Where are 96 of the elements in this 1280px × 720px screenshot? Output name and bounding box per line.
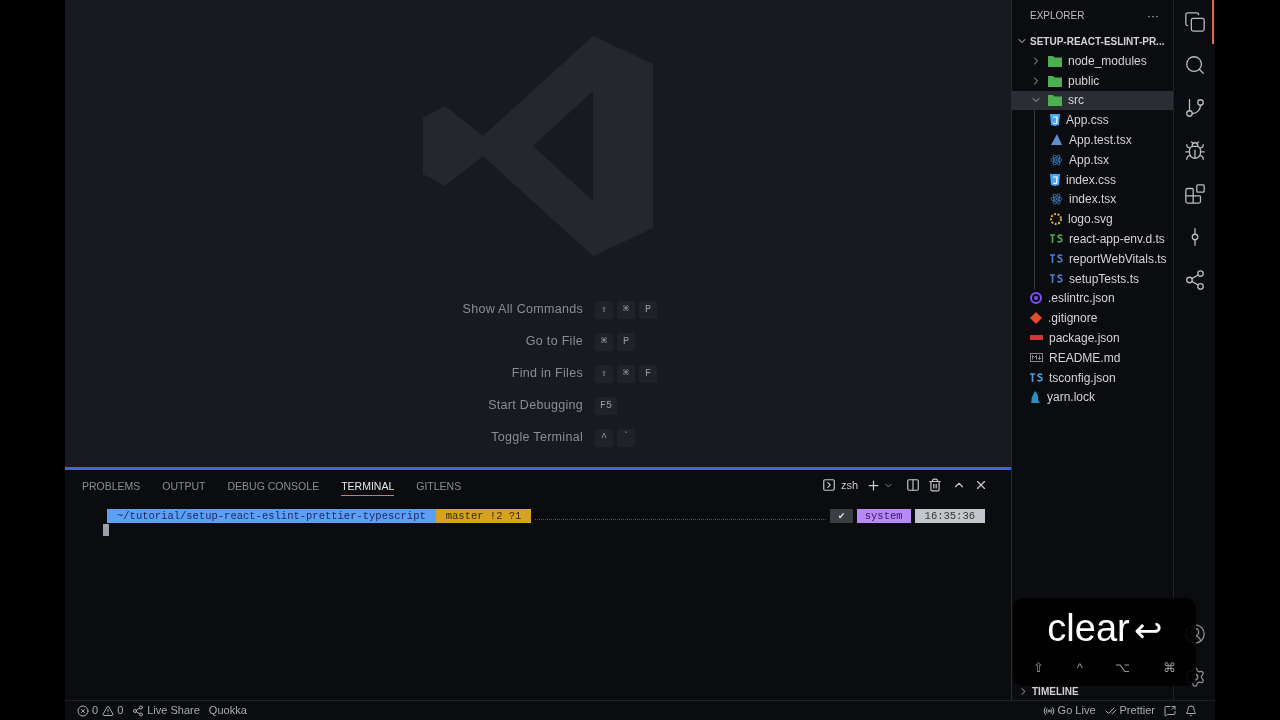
panel-tab[interactable]: GITLENS — [416, 474, 462, 496]
error-count[interactable]: 0 — [92, 702, 99, 719]
key-cap: ^ — [595, 428, 613, 447]
key-cap: P — [617, 332, 635, 351]
key-cap: F — [639, 364, 657, 383]
tree-item[interactable]: tsconfig.json — [1012, 367, 1173, 388]
shortcut-label: Start Debugging — [487, 397, 583, 415]
error-icon[interactable] — [77, 704, 89, 717]
key-cap: F5 — [595, 396, 617, 415]
folder-icon — [1048, 54, 1062, 67]
shortcut-label: Find in Files — [510, 365, 583, 383]
typescript-icon — [1050, 234, 1063, 245]
panel-tab[interactable]: DEBUG CONSOLE — [227, 474, 320, 496]
folder-icon — [1048, 74, 1062, 87]
bell-icon[interactable] — [1185, 704, 1197, 717]
panel-tab[interactable]: PROBLEMS — [82, 474, 141, 496]
markdown-icon — [1030, 353, 1043, 363]
tree-item[interactable]: logo.svg — [1012, 209, 1173, 230]
typescript-icon — [1030, 372, 1043, 383]
typescript-icon — [1050, 253, 1063, 264]
status-item[interactable]: Live Share — [147, 702, 200, 719]
split-icon[interactable] — [906, 478, 920, 492]
shortcut-label: Go to File — [524, 333, 583, 351]
tree-item[interactable]: index.css — [1012, 169, 1173, 190]
tree-item[interactable]: reportWebVitals.ts — [1012, 248, 1173, 269]
tree-item[interactable]: public — [1012, 70, 1173, 91]
keystroke-text: clear — [1047, 606, 1130, 650]
status-item[interactable]: Prettier — [1119, 702, 1155, 719]
status-item[interactable]: Go Live — [1057, 702, 1096, 719]
tree-item[interactable]: src — [1012, 90, 1173, 111]
key-cap: ⌘ — [617, 300, 635, 319]
extensions-icon[interactable] — [1183, 183, 1206, 205]
tree-item[interactable]: .eslintrc.json — [1012, 288, 1173, 309]
key-cap: ⌘ — [617, 364, 635, 383]
panel-tab[interactable]: OUTPUT — [162, 474, 206, 496]
source-control-icon[interactable] — [1183, 97, 1206, 119]
broadcast-icon — [1042, 704, 1055, 717]
typescript-icon — [1050, 273, 1063, 284]
files-icon[interactable] — [1183, 11, 1206, 33]
debug-icon[interactable] — [1183, 140, 1206, 162]
prompt-git-branch: master !2 ?1 — [435, 509, 532, 523]
tree-item[interactable]: setupTests.ts — [1012, 268, 1173, 289]
share-icon[interactable] — [1183, 269, 1206, 291]
warning-count[interactable]: 0 — [117, 702, 124, 719]
prompt-path: ~/tutorial/setup-react-eslint-prettier-typescript — [107, 509, 436, 523]
key-cap: ` — [617, 428, 635, 447]
shortcut-label: Toggle Terminal — [490, 429, 583, 447]
tree-item[interactable]: .gitignore — [1012, 308, 1173, 329]
terminal-icon — [821, 478, 836, 492]
project-root[interactable]: SETUP-REACT-ESLINT-PR... — [1012, 31, 1173, 51]
yarn-icon — [1030, 390, 1041, 404]
tree-item[interactable]: package.json — [1012, 328, 1173, 348]
tree-item[interactable]: react-app-env.d.ts — [1012, 229, 1173, 249]
new-terminal-icon[interactable] — [866, 477, 881, 493]
explorer-title: EXPLORER — [1030, 9, 1085, 23]
tree-item[interactable]: App.test.tsx — [1012, 130, 1173, 150]
tree-item[interactable]: README.md — [1012, 347, 1173, 368]
more-actions-button[interactable]: ··· — [1147, 6, 1159, 25]
css-file-icon — [1050, 114, 1060, 127]
panel-tab[interactable]: TERMINAL — [341, 474, 395, 496]
shell-name[interactable]: zsh — [840, 476, 858, 494]
npm-icon — [1030, 335, 1043, 342]
shortcut-label: Show All Commands — [461, 301, 583, 319]
prompt-context: system — [856, 509, 911, 523]
key-cap: P — [639, 300, 657, 319]
atom-icon — [1050, 193, 1063, 206]
svg-file-icon — [1050, 213, 1062, 226]
enter-key-text: ↩ — [1133, 610, 1162, 650]
terminal-cursor — [103, 524, 109, 536]
key-cap: ⇧ — [595, 364, 613, 383]
modifier-key: ⌘ — [1163, 658, 1176, 678]
git-icon — [1030, 312, 1042, 325]
trash-icon[interactable] — [928, 478, 942, 492]
feedback-icon[interactable] — [1164, 704, 1176, 717]
status-item[interactable]: Quokka — [208, 702, 247, 719]
css-file-icon — [1050, 173, 1060, 186]
prompt-time: 16:35:36 — [914, 509, 985, 523]
key-cap: ⌘ — [595, 332, 613, 351]
modifier-key: ⌥ — [1115, 658, 1131, 678]
close-icon[interactable] — [974, 478, 988, 492]
tree-item[interactable]: node_modules — [1012, 51, 1173, 71]
eslint-icon — [1030, 292, 1042, 305]
modifier-key: ^ — [1076, 658, 1083, 678]
modifier-key: ⇧ — [1033, 658, 1044, 678]
tree-item[interactable]: App.css — [1012, 110, 1173, 131]
timeline-header[interactable]: TIMELINE — [1032, 683, 1079, 699]
folder-icon — [1048, 94, 1062, 107]
prompt-status: ✔ — [830, 509, 853, 523]
tree-item[interactable]: App.tsx — [1012, 150, 1173, 170]
share-icon — [132, 704, 145, 717]
atom-icon — [1050, 153, 1063, 166]
search-icon[interactable] — [1183, 54, 1206, 76]
tree-item[interactable]: index.tsx — [1012, 189, 1173, 210]
key-cap: ⇧ — [595, 300, 613, 319]
warning-icon[interactable] — [102, 704, 115, 717]
tree-item[interactable]: yarn.lock — [1012, 387, 1173, 408]
